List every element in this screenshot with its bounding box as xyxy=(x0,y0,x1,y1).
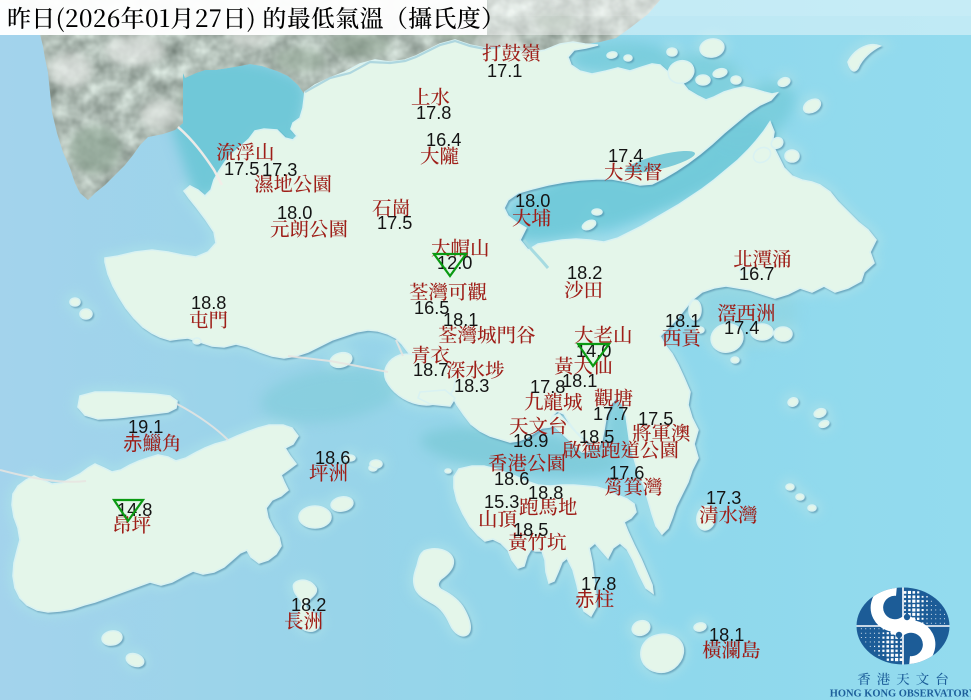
svg-text:18.3: 18.3 xyxy=(454,376,489,396)
svg-text:15.3: 15.3 xyxy=(484,492,519,512)
svg-text:HONG KONG OBSERVATORY: HONG KONG OBSERVATORY xyxy=(830,689,971,700)
svg-text:16.7: 16.7 xyxy=(739,264,774,284)
svg-text:18.1: 18.1 xyxy=(709,625,744,645)
svg-text:17.7: 17.7 xyxy=(593,404,628,424)
svg-text:18.1: 18.1 xyxy=(665,311,700,331)
svg-text:17.8: 17.8 xyxy=(581,574,616,594)
svg-text:17.5: 17.5 xyxy=(638,409,673,429)
svg-text:17.5: 17.5 xyxy=(377,213,412,233)
svg-text:17.4: 17.4 xyxy=(608,146,643,166)
svg-text:17.1: 17.1 xyxy=(487,61,522,81)
svg-text:18.5: 18.5 xyxy=(579,427,614,447)
svg-text:17.3: 17.3 xyxy=(262,160,297,180)
svg-text:18.5: 18.5 xyxy=(513,520,548,540)
svg-text:香港天文台: 香港天文台 xyxy=(857,668,955,688)
svg-text:19.1: 19.1 xyxy=(128,417,163,437)
svg-text:昨日(2026年01月27日) 的最低氣溫（攝氏度）: 昨日(2026年01月27日) 的最低氣溫（攝氏度） xyxy=(7,0,505,34)
svg-text:18.1: 18.1 xyxy=(443,310,478,330)
svg-text:18.0: 18.0 xyxy=(515,191,550,211)
svg-text:18.6: 18.6 xyxy=(494,469,529,489)
svg-text:18.8: 18.8 xyxy=(528,483,563,503)
svg-text:17.6: 17.6 xyxy=(609,463,644,483)
svg-text:16.4: 16.4 xyxy=(426,130,461,150)
svg-text:18.2: 18.2 xyxy=(567,263,602,283)
svg-text:17.4: 17.4 xyxy=(724,318,759,338)
svg-text:18.7: 18.7 xyxy=(413,360,448,380)
svg-text:18.2: 18.2 xyxy=(291,595,326,615)
svg-text:17.3: 17.3 xyxy=(706,488,741,508)
svg-text:18.8: 18.8 xyxy=(191,293,226,313)
svg-text:18.0: 18.0 xyxy=(277,203,312,223)
svg-text:18.6: 18.6 xyxy=(315,448,350,468)
svg-text:17.8: 17.8 xyxy=(530,377,565,397)
svg-text:17.8: 17.8 xyxy=(416,103,451,123)
